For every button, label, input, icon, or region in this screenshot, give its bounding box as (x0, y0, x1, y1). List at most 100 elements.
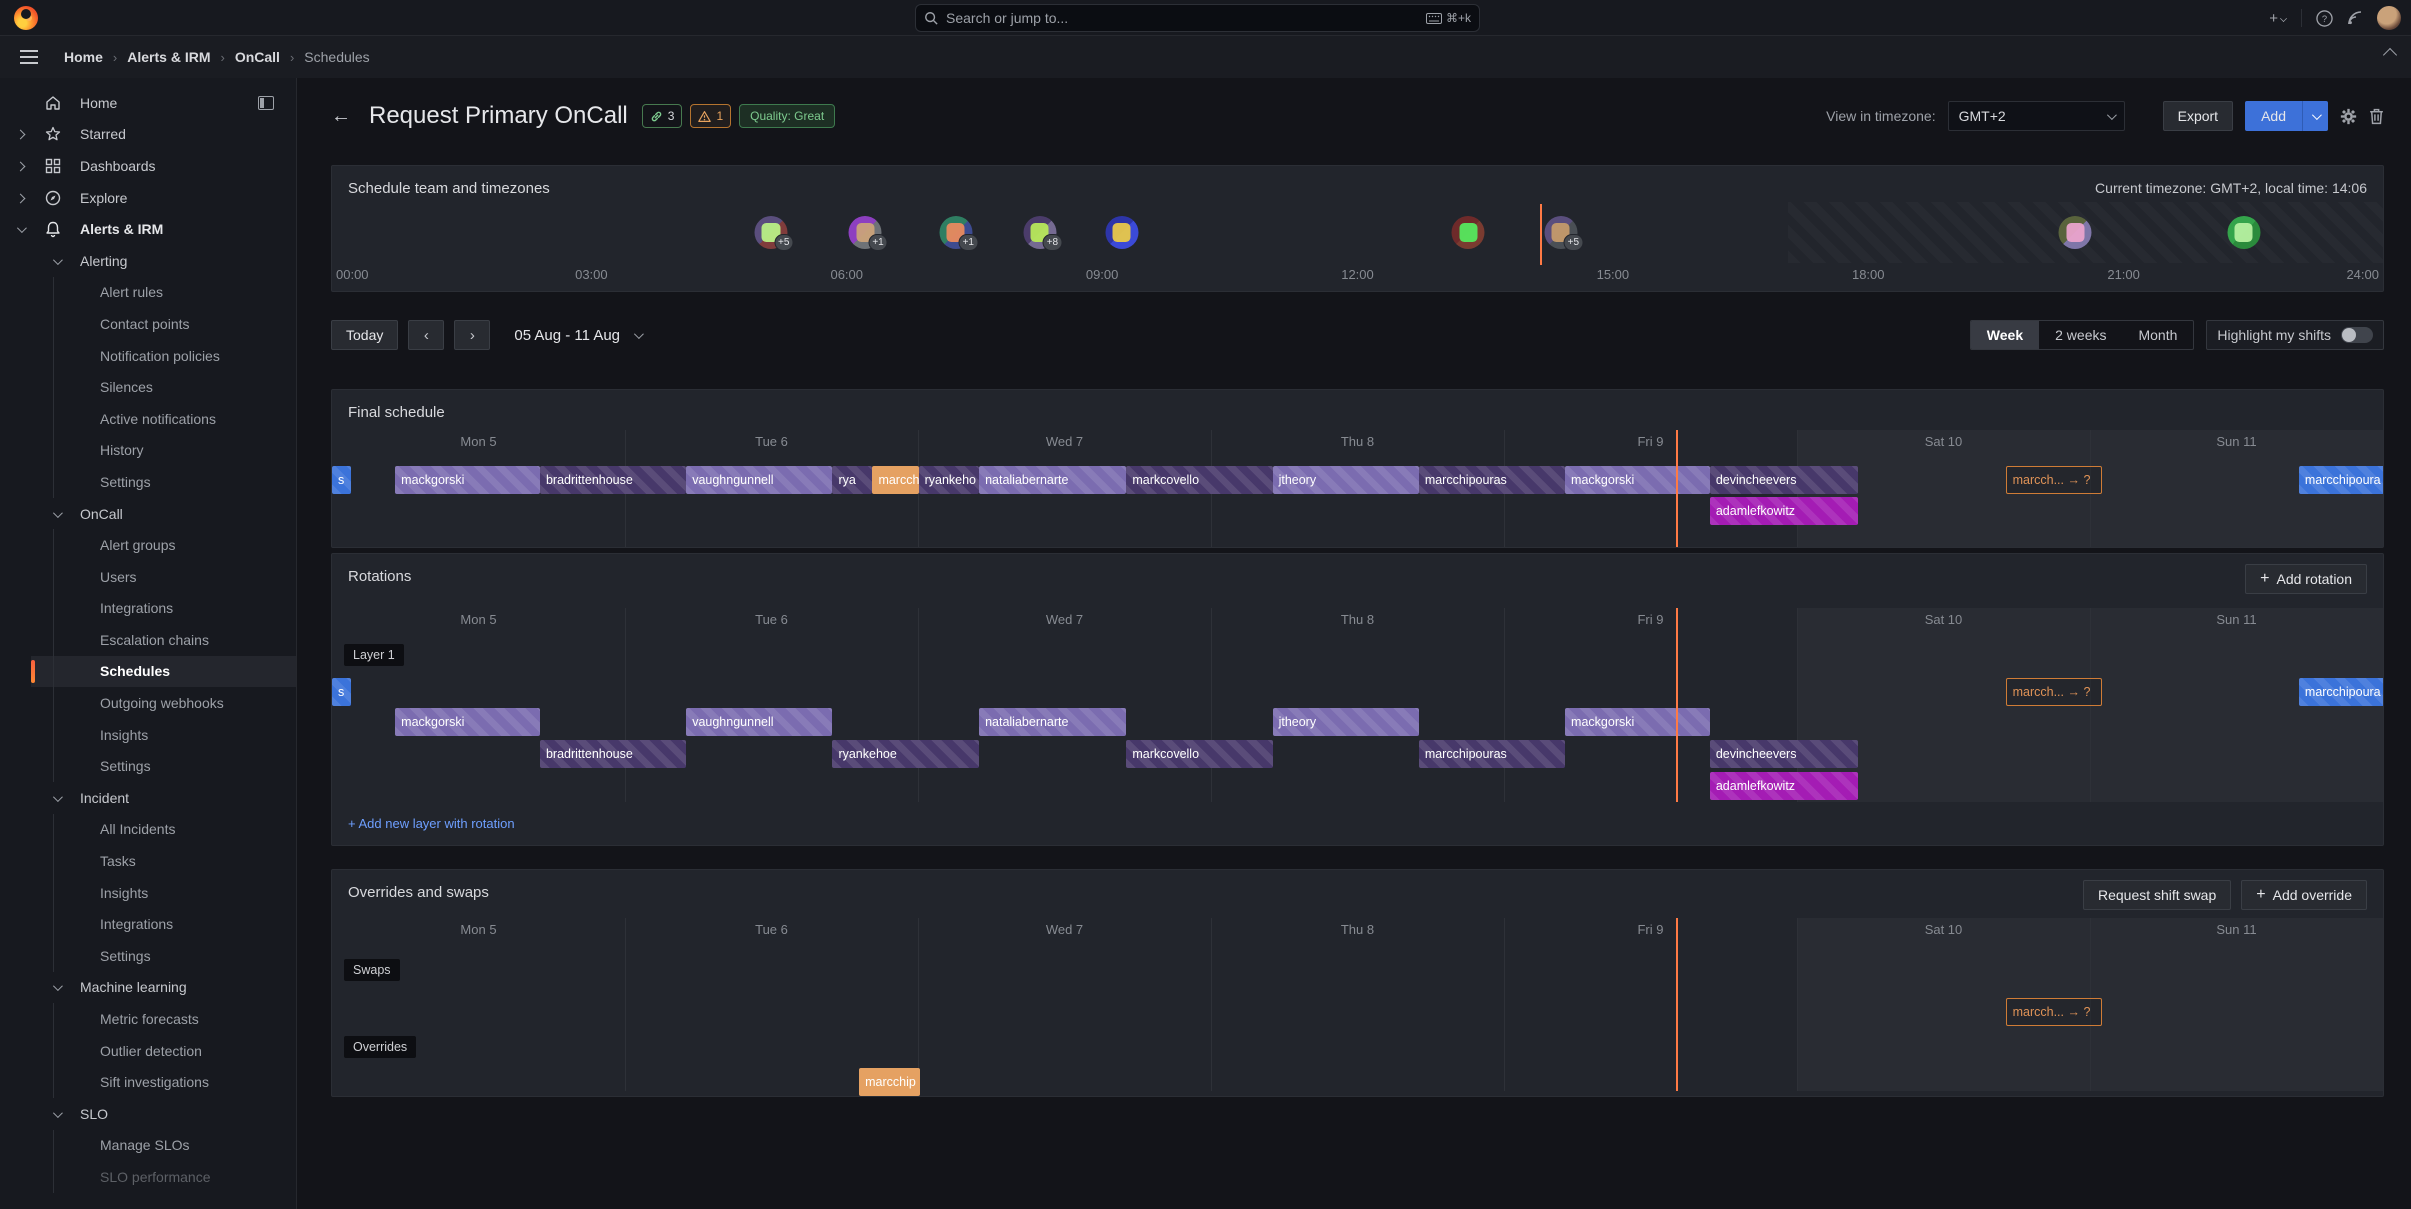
export-button[interactable]: Export (2163, 101, 2233, 131)
sidebar-item-users[interactable]: Users (0, 561, 296, 593)
team-member-avatar[interactable]: +1 (849, 216, 882, 249)
sidebar-item-manage-slos[interactable]: Manage SLOs (0, 1130, 296, 1162)
sidebar-item-all-incidents[interactable]: All Incidents (0, 814, 296, 846)
shift-bar[interactable]: mackgorski (395, 708, 540, 736)
team-member-avatar[interactable]: +8 (1023, 216, 1056, 249)
shift-bar[interactable]: devincheevers (1710, 740, 1858, 768)
sidebar-item-insights[interactable]: Insights (0, 719, 296, 751)
shift-bar[interactable]: s (332, 466, 351, 494)
sidebar-item-notification-policies[interactable]: Notification policies (0, 340, 296, 372)
shift-bar[interactable]: markcovello (1126, 466, 1272, 494)
news-rss-icon[interactable] (2347, 10, 2363, 26)
breadcrumb-item-home[interactable]: Home (64, 49, 103, 65)
linked-escalations-badge[interactable]: 3 (642, 104, 683, 128)
sidebar-item-alert-groups[interactable]: Alert groups (0, 529, 296, 561)
add-menu-button[interactable]: + (2269, 10, 2287, 27)
sidebar-item-metric-forecasts[interactable]: Metric forecasts (0, 1003, 296, 1035)
chevron-right-icon[interactable] (14, 159, 26, 173)
sidebar-item-active-notifications[interactable]: Active notifications (0, 403, 296, 435)
chevron-down-icon[interactable] (14, 222, 26, 236)
shift-bar[interactable]: marcchip (872, 466, 918, 494)
sidebar-item-escalation-chains[interactable]: Escalation chains (0, 624, 296, 656)
shift-swap-request[interactable]: marcch... → ? (2006, 998, 2102, 1026)
sidebar-item-integrations[interactable]: Integrations (0, 908, 296, 940)
grafana-logo[interactable] (14, 6, 38, 30)
request-shift-swap-button[interactable]: Request shift swap (2083, 880, 2231, 910)
chevron-down-icon[interactable] (634, 329, 644, 339)
chevron-down-icon[interactable] (50, 1107, 62, 1121)
shift-bar[interactable]: marcchip (859, 1068, 920, 1096)
sidebar-item-alert-rules[interactable]: Alert rules (0, 277, 296, 309)
breadcrumb-item-oncall[interactable]: OnCall (235, 49, 280, 65)
view-option-2-weeks[interactable]: 2 weeks (2039, 321, 2122, 349)
settings-gear-icon[interactable] (2340, 108, 2357, 125)
warnings-badge[interactable]: 1 (690, 104, 731, 128)
sidebar-item-incident[interactable]: Incident (0, 782, 296, 814)
sidebar-item-oncall[interactable]: OnCall (0, 498, 296, 530)
breadcrumb-item-schedules[interactable]: Schedules (304, 49, 369, 65)
team-member-avatar[interactable] (2059, 216, 2092, 249)
add-button[interactable]: Add (2245, 101, 2302, 131)
shift-bar[interactable]: ryankeho (919, 466, 980, 494)
sidebar-item-silences[interactable]: Silences (0, 371, 296, 403)
add-dropdown-caret[interactable] (2302, 101, 2328, 131)
add-rotation-button[interactable]: +Add rotation (2245, 564, 2367, 594)
sidebar-item-slo[interactable]: SLO (0, 1098, 296, 1130)
today-button[interactable]: Today (331, 320, 398, 350)
shift-bar[interactable]: mackgorski (1565, 466, 1710, 494)
breadcrumb-item-alerts-irm[interactable]: Alerts & IRM (127, 49, 210, 65)
shift-bar[interactable]: markcovello (1126, 740, 1272, 768)
sidebar-item-dashboards[interactable]: Dashboards (0, 150, 296, 182)
shift-bar[interactable]: marcchipoura (2299, 466, 2384, 494)
sidebar-item-history[interactable]: History (0, 435, 296, 467)
sidebar-item-settings[interactable]: Settings (0, 466, 296, 498)
shift-bar[interactable]: mackgorski (1565, 708, 1710, 736)
chevron-right-icon[interactable] (14, 127, 26, 141)
help-icon[interactable]: ? (2316, 10, 2333, 27)
chevron-down-icon[interactable] (50, 254, 62, 268)
shift-bar[interactable]: vaughngunnell (686, 708, 832, 736)
sidebar-item-starred[interactable]: Starred (0, 119, 296, 151)
shift-bar[interactable]: mackgorski (395, 466, 540, 494)
sidebar-item-outgoing-webhooks[interactable]: Outgoing webhooks (0, 687, 296, 719)
shift-swap-request[interactable]: marcch... → ? (2006, 678, 2102, 706)
shift-bar[interactable]: adamlefkowitz (1710, 497, 1858, 525)
shift-bar[interactable]: ryankehoe (832, 740, 978, 768)
dock-panel-icon[interactable] (258, 96, 274, 110)
chevron-down-icon[interactable] (50, 791, 62, 805)
shift-bar[interactable]: marcchipouras (1419, 466, 1565, 494)
shift-bar[interactable]: s (332, 678, 351, 706)
view-option-week[interactable]: Week (1971, 321, 2039, 349)
view-option-month[interactable]: Month (2122, 321, 2193, 349)
sidebar-item-schedules[interactable]: Schedules (0, 656, 296, 688)
add-split-button[interactable]: Add (2245, 101, 2328, 131)
shift-bar[interactable]: bradrittenhouse (540, 740, 686, 768)
team-member-avatar[interactable] (1452, 216, 1485, 249)
shift-bar[interactable]: jtheory (1273, 466, 1419, 494)
next-week-button[interactable]: › (454, 320, 490, 350)
shift-bar[interactable]: nataliabernarte (979, 708, 1126, 736)
team-member-avatar[interactable]: +1 (939, 216, 972, 249)
sidebar-item-outlier-detection[interactable]: Outlier detection (0, 1035, 296, 1067)
team-member-avatar[interactable]: +5 (754, 216, 787, 249)
shift-bar[interactable]: rya (832, 466, 872, 494)
search-input[interactable]: Search or jump to... ⌘+k (915, 4, 1480, 32)
shift-bar[interactable]: vaughngunnell (686, 466, 832, 494)
sidebar-item-alerts-irm[interactable]: Alerts & IRM (0, 213, 296, 245)
shift-bar[interactable]: adamlefkowitz (1710, 772, 1858, 800)
add-override-button[interactable]: +Add override (2241, 880, 2367, 910)
shift-bar[interactable]: bradrittenhouse (540, 466, 686, 494)
shift-swap-request[interactable]: marcch... → ? (2006, 466, 2102, 494)
shift-bar[interactable]: devincheevers (1710, 466, 1858, 494)
delete-trash-icon[interactable] (2369, 108, 2384, 125)
team-member-avatar[interactable] (2227, 216, 2260, 249)
shift-bar[interactable]: marcchipoura (2299, 678, 2384, 706)
sidebar-item-settings[interactable]: Settings (0, 750, 296, 782)
sidebar-item-explore[interactable]: Explore (0, 182, 296, 214)
highlight-shifts-toggle[interactable] (2341, 327, 2373, 343)
chevron-up-icon[interactable] (2383, 48, 2397, 62)
sidebar-item-integrations[interactable]: Integrations (0, 593, 296, 625)
sidebar-item-home[interactable]: Home (0, 87, 296, 119)
chevron-down-icon[interactable] (50, 507, 62, 521)
sidebar-item-slo-performance[interactable]: SLO performance (0, 1161, 296, 1193)
